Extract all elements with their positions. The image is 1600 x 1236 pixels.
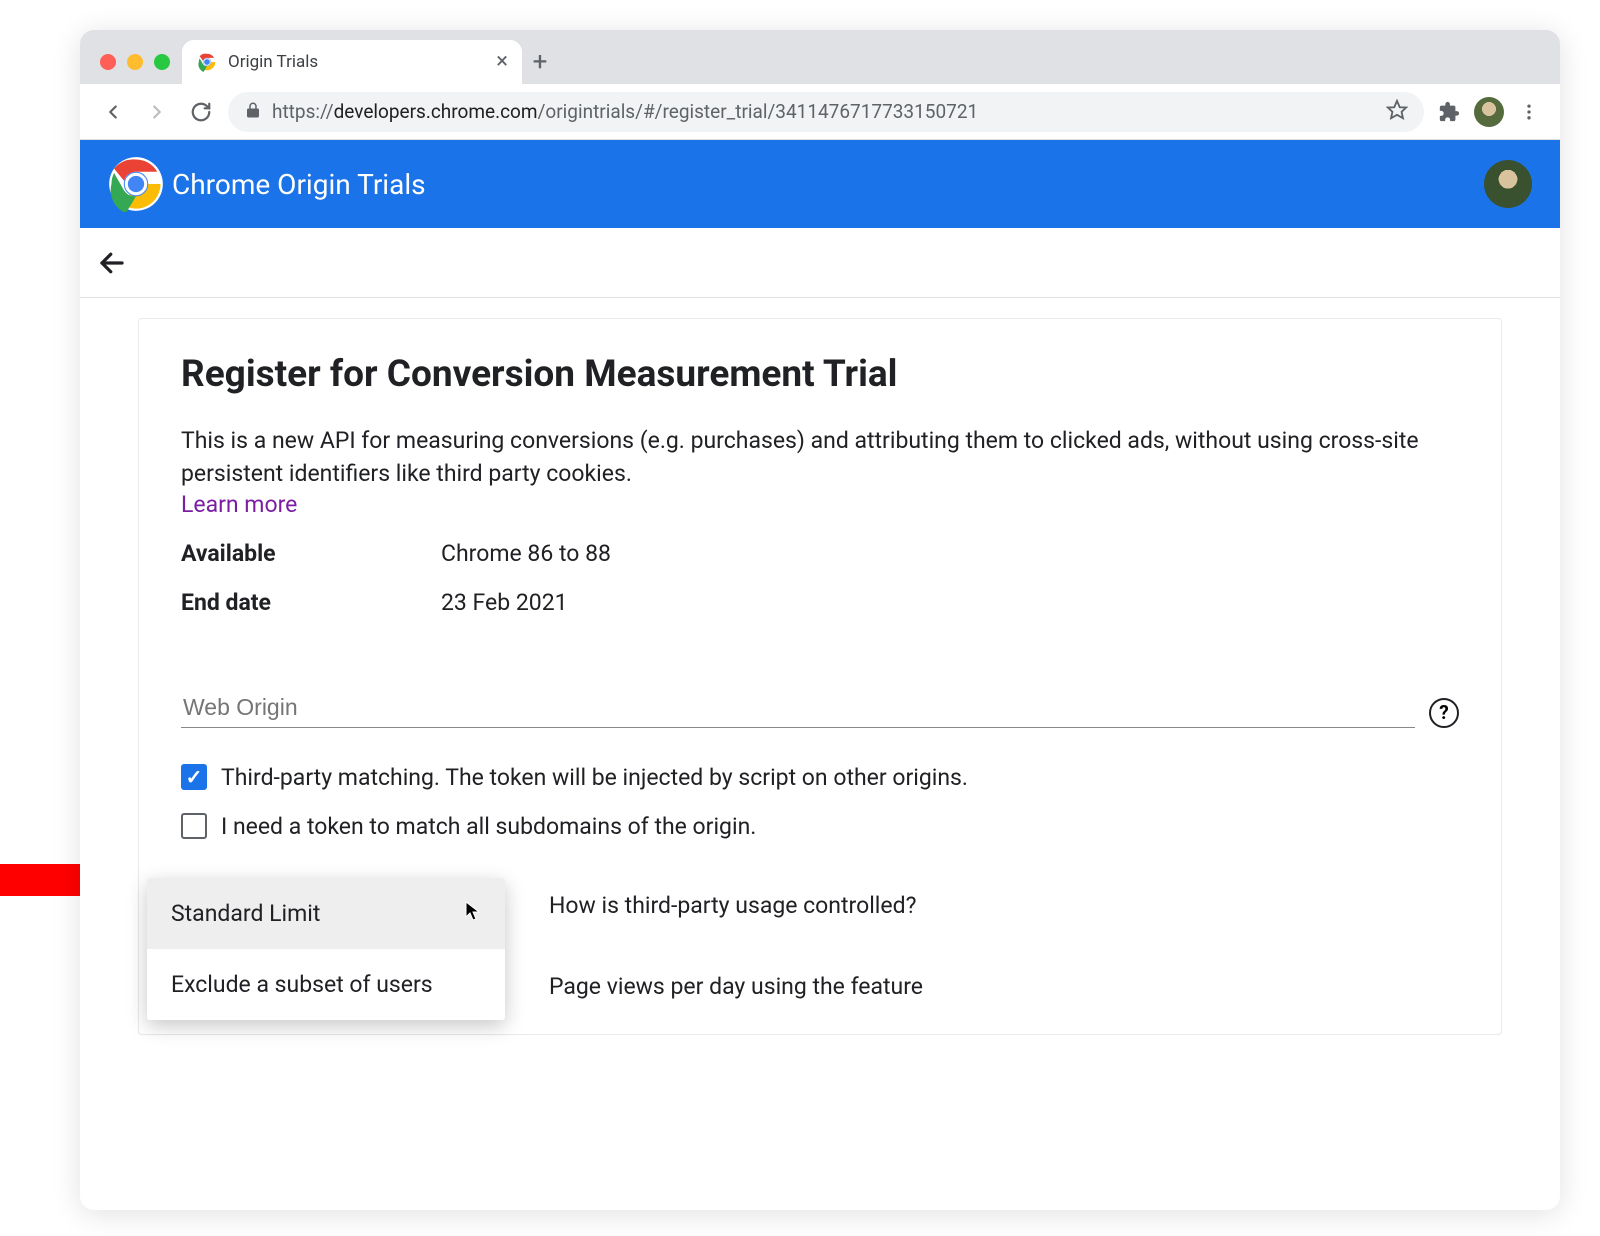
third-party-matching-label: Third-party matching. The token will be … <box>221 764 968 791</box>
bookmark-star-icon[interactable] <box>1386 99 1408 125</box>
page-back-button[interactable] <box>90 241 134 285</box>
usage-limit-dropdown[interactable]: Standard Limit Exclude a subset of users <box>147 878 505 1020</box>
tab-close-icon[interactable]: × <box>496 51 508 73</box>
tab-strip: Origin Trials × + <box>80 30 1560 84</box>
registration-card: Register for Conversion Measurement Tria… <box>138 318 1502 1035</box>
end-date-label: End date <box>181 589 441 616</box>
dropdown-option-standard-limit[interactable]: Standard Limit <box>147 878 505 949</box>
third-party-usage-question: How is third-party usage controlled? <box>549 892 916 919</box>
reload-button[interactable] <box>184 95 218 129</box>
third-party-matching-checkbox[interactable] <box>181 764 207 790</box>
available-label: Available <box>181 540 441 567</box>
subdomains-checkbox[interactable] <box>181 813 207 839</box>
app-header: Chrome Origin Trials <box>80 140 1560 228</box>
extensions-icon[interactable] <box>1434 97 1464 127</box>
user-avatar[interactable] <box>1484 160 1532 208</box>
tab-title: Origin Trials <box>228 52 486 72</box>
nav-back-button[interactable] <box>96 95 130 129</box>
dropdown-option-exclude-subset[interactable]: Exclude a subset of users <box>147 949 505 1020</box>
page-title: Register for Conversion Measurement Tria… <box>181 353 1459 396</box>
browser-window: Origin Trials × + https://developers.chr… <box>80 30 1560 1210</box>
chrome-favicon-icon <box>196 51 218 73</box>
lock-icon <box>244 101 262 123</box>
chrome-menu-icon[interactable] <box>1514 97 1544 127</box>
new-tab-button[interactable]: + <box>522 40 558 84</box>
window-close-icon[interactable] <box>100 54 116 70</box>
nav-forward-button[interactable] <box>140 95 174 129</box>
web-origin-input[interactable] <box>181 688 1415 728</box>
mouse-cursor-icon <box>465 901 481 926</box>
browser-tab[interactable]: Origin Trials × <box>182 40 522 84</box>
profile-avatar-icon[interactable] <box>1474 97 1504 127</box>
window-zoom-icon[interactable] <box>154 54 170 70</box>
chrome-logo-icon <box>108 156 164 212</box>
learn-more-link[interactable]: Learn more <box>181 491 1459 518</box>
window-controls <box>94 54 182 84</box>
address-bar[interactable]: https://developers.chrome.com/origintria… <box>228 92 1424 132</box>
end-date-value: 23 Feb 2021 <box>441 589 568 616</box>
window-minimize-icon[interactable] <box>127 54 143 70</box>
toolbar: https://developers.chrome.com/origintria… <box>80 84 1560 140</box>
available-value: Chrome 86 to 88 <box>441 540 611 567</box>
subdomains-label: I need a token to match all subdomains o… <box>221 813 756 840</box>
app-title: Chrome Origin Trials <box>172 168 426 201</box>
page-description: This is a new API for measuring conversi… <box>181 424 1459 491</box>
help-icon[interactable]: ? <box>1429 698 1459 728</box>
url-text: https://developers.chrome.com/origintria… <box>272 100 1376 123</box>
page-toolbar <box>80 228 1560 298</box>
page-views-label: Page views per day using the feature <box>549 973 923 1000</box>
